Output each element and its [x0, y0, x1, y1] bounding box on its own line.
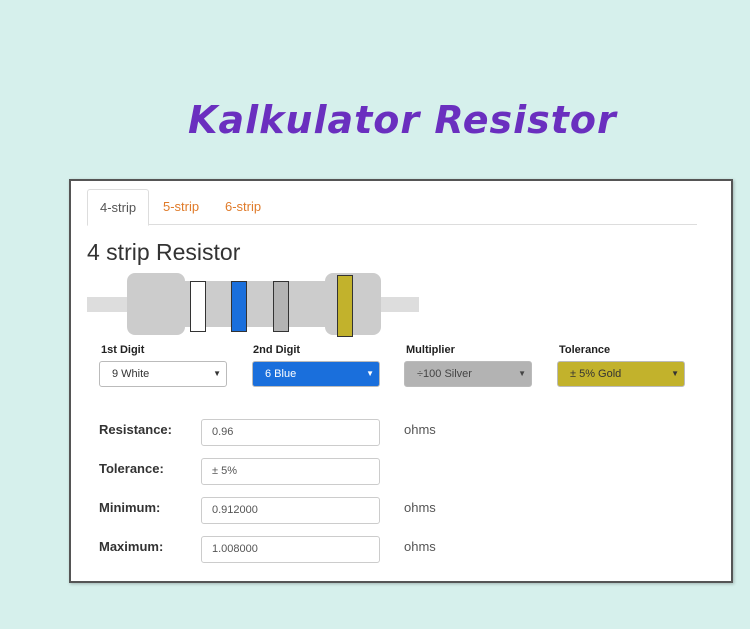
digit1-select-value: 9 White [112, 368, 150, 380]
tolerance-select-value: ± 5% Gold [570, 368, 622, 380]
resistance-unit: ohms [404, 422, 436, 437]
band-tolerance [337, 275, 353, 337]
strip-tabs: 4-strip 5-strip 6-strip [87, 189, 697, 226]
band-1st-digit [190, 281, 206, 332]
digit2-select[interactable]: 6 Blue ▼ [252, 361, 380, 387]
tolerance-select[interactable]: ± 5% Gold ▼ [557, 361, 685, 387]
tolerance-label: Tolerance [559, 344, 611, 356]
resistance-label: Resistance: [99, 422, 172, 437]
app-title: Kalkulator Resistor [188, 98, 617, 142]
tab-4-strip[interactable]: 4-strip [87, 189, 150, 226]
chevron-down-icon: ▼ [213, 369, 221, 378]
chevron-down-icon: ▼ [366, 369, 374, 378]
minimum-field[interactable]: 0.912000 [201, 497, 380, 524]
multiplier-select[interactable]: ÷100 Silver ▼ [404, 361, 532, 387]
digit2-select-value: 6 Blue [265, 368, 297, 380]
tolerance-result-label: Tolerance: [99, 461, 164, 476]
minimum-unit: ohms [404, 500, 436, 515]
digit1-label: 1st Digit [101, 344, 145, 356]
band-multiplier [273, 281, 289, 332]
resistance-field[interactable]: 0.96 [201, 419, 380, 446]
tolerance-field[interactable]: ± 5% [201, 458, 380, 485]
band-2nd-digit [231, 281, 247, 332]
multiplier-select-value: ÷100 Silver [417, 368, 472, 380]
resistor-lead-left [87, 297, 132, 312]
resistor-lead-right [377, 297, 419, 312]
resistor-end-cap-left [127, 273, 185, 335]
maximum-unit: ohms [404, 539, 436, 554]
maximum-field[interactable]: 1.008000 [201, 536, 380, 563]
digit1-select[interactable]: 9 White ▼ [99, 361, 227, 387]
resistor-heading: 4 strip Resistor [87, 239, 241, 265]
resistor-end-cap-right [325, 273, 381, 335]
digit2-label: 2nd Digit [253, 344, 301, 356]
chevron-down-icon: ▼ [671, 369, 679, 378]
tab-6-strip[interactable]: 6-strip [213, 189, 273, 224]
chevron-down-icon: ▼ [518, 369, 526, 378]
resistor-graphic [87, 273, 427, 337]
maximum-label: Maximum: [99, 539, 164, 554]
minimum-label: Minimum: [99, 500, 161, 515]
calculator-panel: 4-strip 5-strip 6-strip 4 strip Resistor… [69, 179, 733, 583]
tab-5-strip[interactable]: 5-strip [151, 189, 211, 224]
multiplier-label: Multiplier [406, 344, 455, 356]
